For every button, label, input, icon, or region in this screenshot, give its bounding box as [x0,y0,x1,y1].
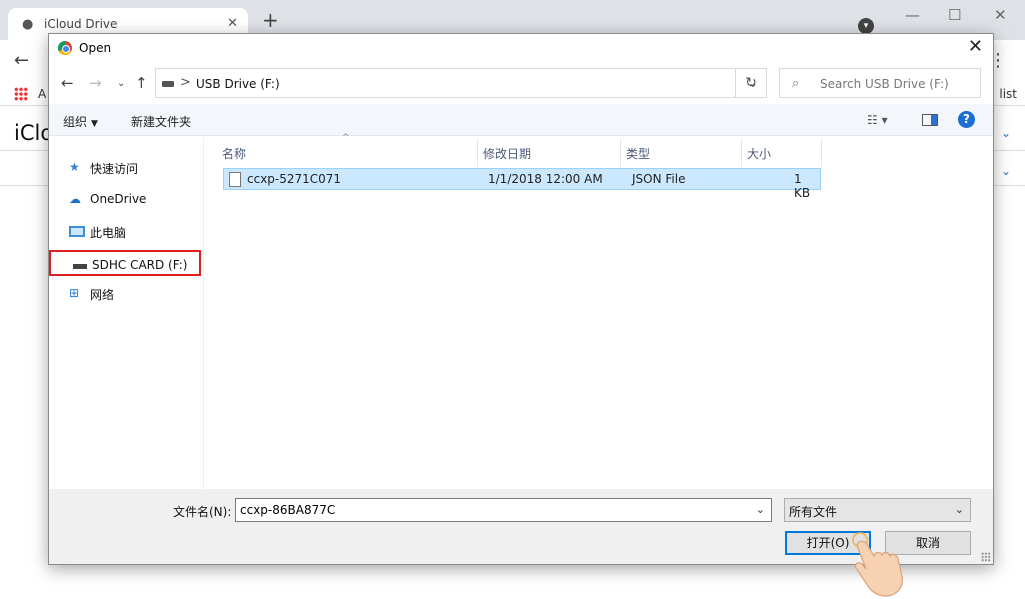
chevron-down-icon[interactable]: ⌄ [1001,164,1011,178]
recent-locations-chevron-icon[interactable]: ⌄ [117,78,125,89]
command-bar: 组织 ▼ 新建文件夹 ☷ ▾ ? [49,104,993,136]
refresh-button[interactable]: ↻ [735,68,767,98]
chevron-down-icon[interactable]: ⌄ [756,503,765,516]
column-divider[interactable] [821,139,822,167]
bookmark-list-label[interactable]: list [999,87,1017,101]
tab-close-icon[interactable]: ✕ [227,16,238,31]
file-size: 1 KB [794,172,811,200]
file-type-value: 所有文件 [789,505,838,519]
hand-pointer-icon [852,532,903,597]
network-icon: ⊞ [69,286,80,300]
back-arrow-icon[interactable]: ← [61,74,74,92]
file-name: ccxp-5271C071 [247,172,342,186]
view-options-icon[interactable]: ☷ ▾ [867,113,888,127]
filename-input[interactable] [240,502,740,518]
dialog-titlebar: Open ✕ [49,34,993,62]
chrome-icon [58,41,72,55]
minimize-icon[interactable]: — [905,6,920,24]
drive-icon [73,264,87,269]
search-input[interactable]: ⌕ Search USB Drive (F:) [779,68,981,98]
breadcrumb[interactable]: USB Drive (F:) [196,77,280,91]
nav-item-onedrive[interactable]: ☁ OneDrive [49,186,204,212]
nav-item-label: SDHC CARD (F:) [92,258,188,272]
column-divider[interactable] [620,139,621,167]
preview-pane-icon[interactable] [922,114,938,126]
column-header-size[interactable]: 大小 [747,145,771,162]
nav-item-label: 此电脑 [90,226,127,240]
chevron-down-icon[interactable]: ⌄ [1001,126,1011,140]
bookmark-apps-label[interactable]: A [38,87,46,101]
nav-item-label: 快速访问 [90,162,139,176]
apps-grid-icon[interactable] [14,87,28,101]
sort-arrow-icon: ^ [342,133,350,143]
navigation-pane: ★ 快速访问 ☁ OneDrive 此电脑 SDHC CARD (F:) ⊞ 网… [49,137,204,489]
computer-icon [69,226,85,237]
nav-item-quick-access[interactable]: ★ 快速访问 [49,154,204,180]
nav-item-label: 网络 [90,288,115,302]
file-list: ^ 名称 修改日期 类型 大小 ccxp-5271C071 1/1/2018 1… [217,133,993,489]
file-date: 1/1/2018 12:00 AM [488,172,603,186]
breadcrumb-separator: > [180,75,191,90]
new-tab-button[interactable]: + [262,10,279,30]
drive-icon [162,81,174,87]
dialog-close-button[interactable]: ✕ [968,37,983,57]
column-header-type[interactable]: 类型 [626,145,650,162]
chevron-down-icon: ⌄ [954,503,964,516]
column-divider[interactable] [741,139,742,167]
column-header-date[interactable]: 修改日期 [483,145,531,162]
tab-search-icon[interactable]: ▾ [858,18,874,34]
file-type: JSON File [632,172,686,186]
nav-item-network[interactable]: ⊞ 网络 [49,280,204,306]
address-bar[interactable]: > USB Drive (F:) ⌄ [155,68,767,98]
back-arrow-icon[interactable]: ← [14,50,29,71]
organize-label: 组织 [63,115,88,129]
open-file-dialog: Open ✕ ← → ⌄ ↑ > USB Drive (F:) ⌄ ↻ ⌕ Se… [48,33,994,565]
forward-arrow-icon[interactable]: → [89,74,102,92]
cloud-icon: ☁ [69,192,81,206]
file-type-select[interactable]: 所有文件 ⌄ [784,498,971,522]
caret-down-icon: ▼ [91,119,98,129]
apple-icon: ● [22,17,34,32]
maximize-icon[interactable]: ☐ [948,6,961,24]
up-arrow-icon[interactable]: ↑ [135,74,148,92]
filename-field[interactable]: ⌄ [235,498,772,522]
organize-menu[interactable]: 组织 ▼ [63,113,98,130]
window-close-icon[interactable]: ✕ [994,6,1007,24]
resize-grip-icon[interactable] [981,552,991,562]
column-header-name[interactable]: 名称 [222,145,246,162]
file-icon [229,172,241,187]
column-divider[interactable] [477,139,478,167]
navigation-row: ← → ⌄ ↑ > USB Drive (F:) ⌄ ↻ ⌕ Search US… [49,68,993,100]
tab-title: iCloud Drive [44,17,118,31]
new-folder-button[interactable]: 新建文件夹 [131,113,191,130]
search-icon: ⌕ [792,76,800,91]
nav-item-this-pc[interactable]: 此电脑 [49,218,204,244]
table-row[interactable]: ccxp-5271C071 1/1/2018 12:00 AM JSON Fil… [223,168,821,200]
nav-item-sdhc-card[interactable]: SDHC CARD (F:) [49,250,201,276]
filename-label: 文件名(N): [173,505,232,519]
search-placeholder: Search USB Drive (F:) [820,77,949,91]
star-icon: ★ [69,160,80,174]
help-icon[interactable]: ? [958,111,975,128]
nav-item-label: OneDrive [90,192,147,206]
dialog-title: Open [79,41,112,55]
